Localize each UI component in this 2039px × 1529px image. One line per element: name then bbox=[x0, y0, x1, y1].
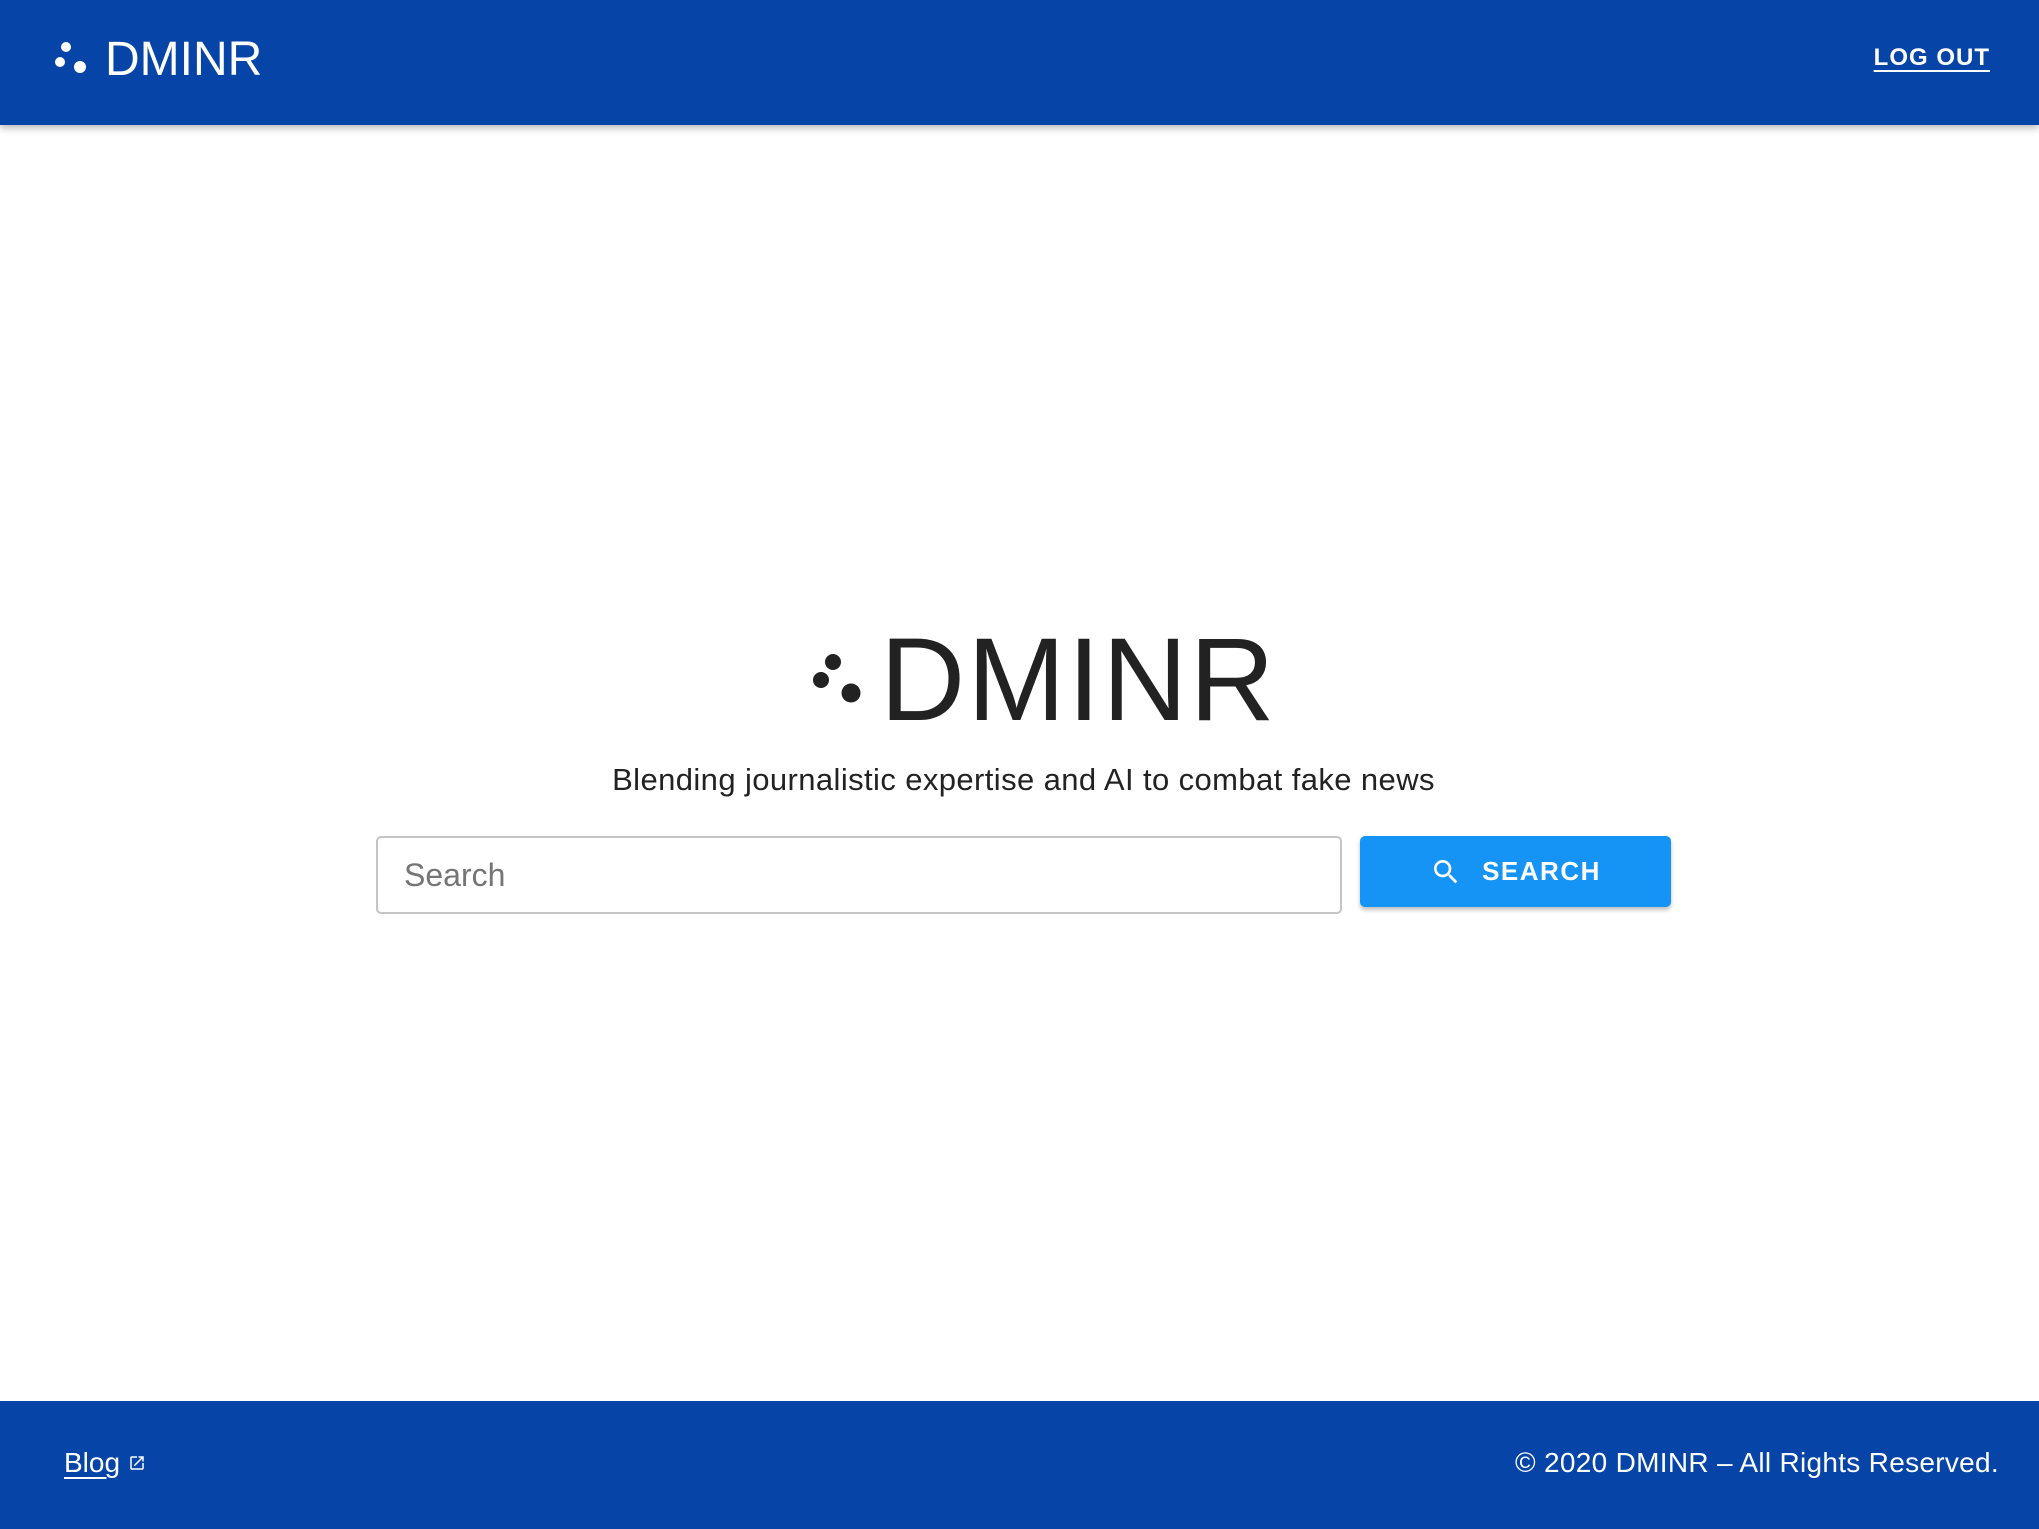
logout-button[interactable]: LOG OUT bbox=[1874, 44, 1990, 72]
dminr-logo-icon bbox=[813, 654, 861, 703]
home-logo-link[interactable]: DMINR bbox=[55, 31, 262, 89]
top-app-bar: DMINR LOG OUT bbox=[0, 0, 2039, 125]
footer: Blog © 2020 DMINR – All Rights Reserved. bbox=[0, 1401, 2039, 1529]
tagline: Blending journalistic expertise and AI t… bbox=[612, 762, 1435, 797]
external-link-icon bbox=[130, 1456, 144, 1470]
search-input[interactable] bbox=[376, 836, 1342, 914]
search-button[interactable]: SEARCH bbox=[1360, 836, 1671, 907]
hero-title: DMINR bbox=[880, 614, 1277, 746]
hero-logo: DMINR bbox=[813, 614, 1277, 746]
blog-link[interactable]: Blog bbox=[64, 1445, 146, 1481]
blog-link-label: Blog bbox=[64, 1447, 121, 1478]
search-button-label: SEARCH bbox=[1482, 856, 1601, 886]
page: DMINR LOG OUT DMINR Blending journalisti… bbox=[0, 0, 2039, 1529]
dminr-logo-icon bbox=[55, 42, 86, 73]
brand-name: DMINR bbox=[105, 33, 263, 86]
copyright-text: © 2020 DMINR – All Rights Reserved. bbox=[1515, 1447, 1999, 1478]
search-icon bbox=[1434, 859, 1458, 883]
